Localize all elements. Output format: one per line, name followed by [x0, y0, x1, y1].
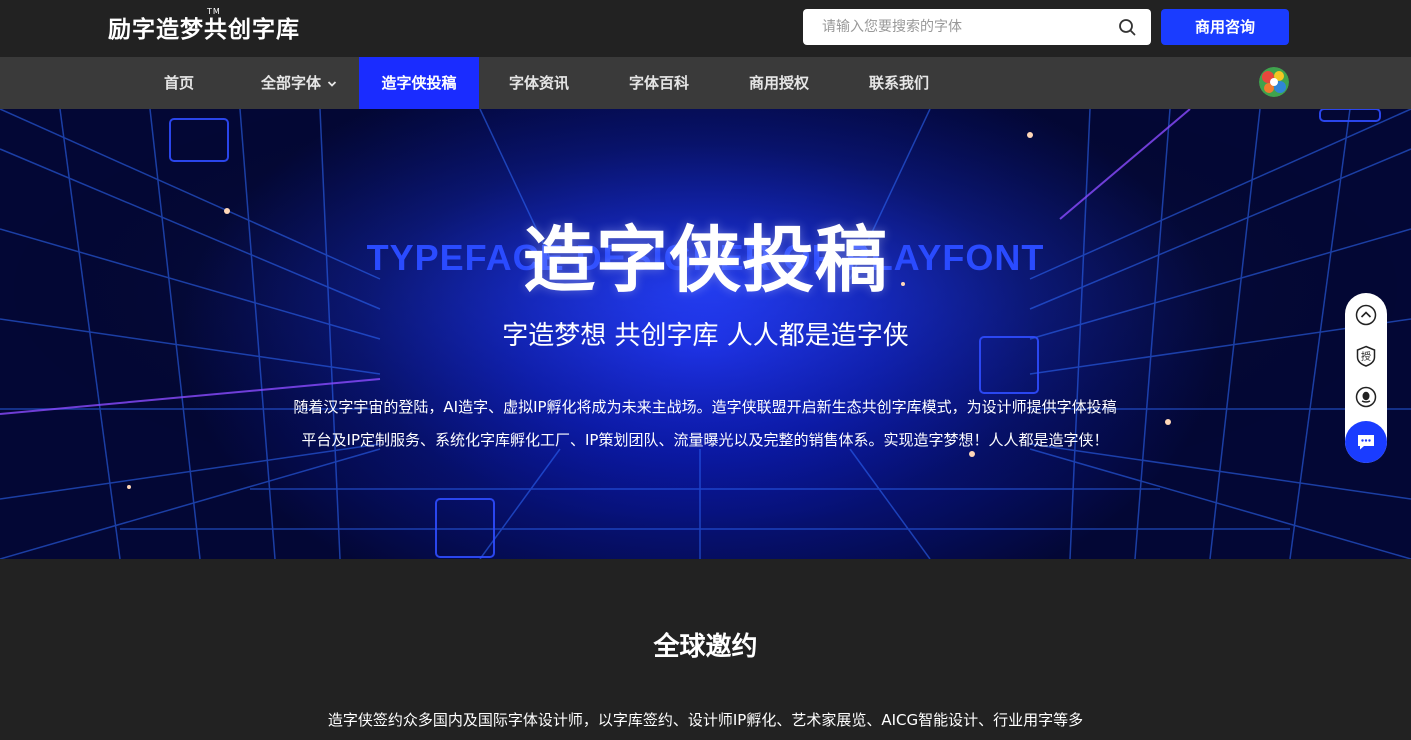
- nav-item-submission[interactable]: 造字侠投稿: [359, 57, 479, 109]
- search-icon[interactable]: [1118, 18, 1136, 36]
- nav-item-all-fonts[interactable]: 全部字体: [239, 57, 359, 109]
- trademark-mark: TM: [207, 7, 221, 16]
- hero-description-line-1: 随着汉字宇宙的登陆，AI造字、虚拟IP孵化将成为未来主战场。造字侠联盟开启新生态…: [293, 398, 1117, 416]
- nav-item-label: 全部字体: [260, 74, 321, 92]
- search-box: [803, 9, 1151, 45]
- search-input[interactable]: [803, 9, 1103, 45]
- chat-button[interactable]: [1345, 421, 1387, 463]
- nav-item-contact[interactable]: 联系我们: [839, 57, 959, 109]
- avatar[interactable]: [1259, 67, 1289, 97]
- top-header: 励字造梦共创字库 TM 商用咨询: [0, 0, 1411, 57]
- auth-badge-label: 授: [1361, 350, 1371, 363]
- hero-title: 造字侠投稿: [522, 218, 888, 302]
- section-title: 全球邀约: [653, 632, 758, 662]
- qq-icon[interactable]: [1355, 386, 1377, 408]
- site-logo[interactable]: 励字造梦共创字库 TM: [108, 7, 300, 44]
- main-nav: 首页 全部字体 造字侠投稿 字体资讯 字体百科 商用授权 联系我们: [0, 57, 1411, 109]
- nav-item-licensing[interactable]: 商用授权: [719, 57, 839, 109]
- hero-banner: TYPEFACE DESIGNER OF PLAYFONT 造字侠投稿 字造梦想…: [0, 109, 1411, 559]
- nav-item-font-wiki[interactable]: 字体百科: [599, 57, 719, 109]
- auth-badge-icon[interactable]: 授: [1355, 345, 1377, 367]
- nav-item-font-news[interactable]: 字体资讯: [479, 57, 599, 109]
- chat-icon: [1358, 435, 1374, 450]
- hero-description: 随着汉字宇宙的登陆，AI造字、虚拟IP孵化将成为未来主战场。造字侠联盟开启新生态…: [255, 391, 1155, 457]
- logo-text: 励字造梦共创字库: [108, 17, 300, 43]
- section-description: 造字侠签约众多国内及国际字体设计师，以字库签约、设计师IP孵化、艺术家展览、AI…: [327, 711, 1084, 729]
- hero-subtitle: 字造梦想 共创字库 人人都是造字侠: [502, 321, 909, 351]
- commercial-consult-button[interactable]: 商用咨询: [1161, 9, 1289, 45]
- nav-item-home[interactable]: 首页: [139, 57, 219, 109]
- hero-description-line-2: 平台及IP定制服务、系统化字库孵化工厂、IP策划团队、流量曝光以及完整的销售体系…: [301, 431, 1109, 449]
- chevron-up-icon[interactable]: [1355, 304, 1377, 326]
- chevron-down-icon: [327, 80, 337, 87]
